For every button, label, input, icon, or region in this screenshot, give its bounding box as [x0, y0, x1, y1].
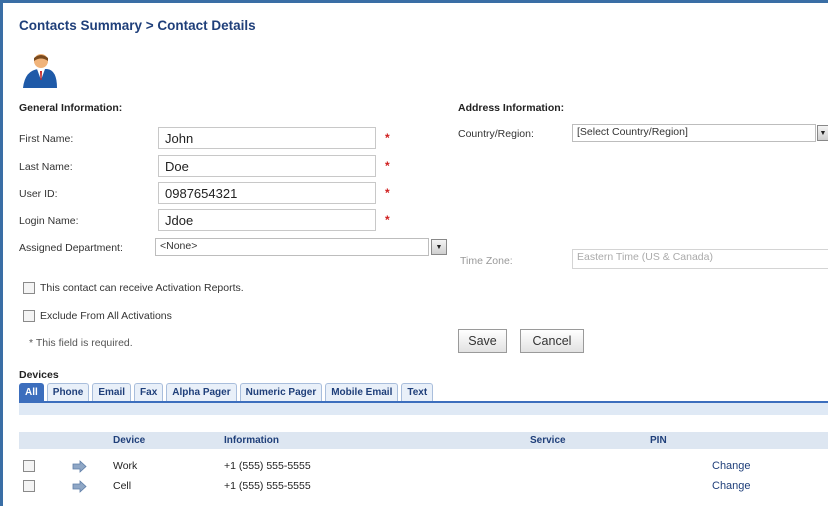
change-link[interactable]: Change — [712, 480, 751, 492]
activation-reports-checkbox[interactable] — [23, 282, 35, 294]
tab-text[interactable]: Text — [401, 383, 434, 401]
timezone-label: Time Zone: — [460, 255, 513, 267]
last-name-label: Last Name: — [19, 161, 73, 173]
last-name-input[interactable] — [158, 155, 376, 177]
row-checkbox[interactable] — [23, 460, 35, 472]
tab-mobile-email[interactable]: Mobile Email — [325, 383, 399, 401]
save-button[interactable]: Save — [458, 329, 507, 353]
user-id-input[interactable] — [158, 182, 376, 204]
exclude-activations-checkbox[interactable] — [23, 310, 35, 322]
activation-reports-label: This contact can receive Activation Repo… — [40, 282, 244, 294]
tab-alpha-pager[interactable]: Alpha Pager — [166, 383, 237, 401]
timezone-select[interactable]: Eastern Time (US & Canada) — [572, 249, 828, 269]
devices-table-header: Device Information Service PIN — [19, 432, 828, 449]
department-dropdown-button[interactable]: ▼ — [431, 239, 447, 255]
column-information[interactable]: Information — [224, 435, 279, 446]
required-field-note: * This field is required. — [29, 337, 133, 349]
user-id-required-mark: * — [385, 186, 390, 200]
login-name-label: Login Name: — [19, 215, 79, 227]
device-name: Work — [113, 460, 138, 472]
device-edit-icon[interactable] — [71, 460, 87, 473]
table-row[interactable]: Work +1 (555) 555-5555 Change — [19, 458, 828, 476]
general-info-heading: General Information: — [19, 102, 123, 114]
login-name-input[interactable] — [158, 209, 376, 231]
first-name-required-mark: * — [385, 131, 390, 145]
tab-strip — [19, 401, 828, 415]
column-device[interactable]: Device — [113, 435, 145, 446]
user-id-label: User ID: — [19, 188, 58, 200]
device-information: +1 (555) 555-5555 — [224, 460, 311, 472]
contact-avatar-icon — [23, 54, 57, 88]
exclude-activations-label: Exclude From All Activations — [40, 310, 172, 322]
first-name-label: First Name: — [19, 133, 74, 145]
device-tabs: All Phone Email Fax Alpha Pager Numeric … — [19, 383, 434, 401]
chevron-down-icon: ▼ — [435, 243, 443, 251]
tab-fax[interactable]: Fax — [134, 383, 164, 401]
tab-all[interactable]: All — [19, 383, 44, 401]
device-information: +1 (555) 555-5555 — [224, 480, 311, 492]
breadcrumb[interactable]: Contacts Summary > Contact Details — [19, 18, 256, 33]
device-edit-icon[interactable] — [71, 480, 87, 493]
table-row[interactable]: Cell +1 (555) 555-5555 Change — [19, 478, 828, 496]
chevron-down-icon: ▼ — [819, 129, 827, 137]
login-name-required-mark: * — [385, 213, 390, 227]
last-name-required-mark: * — [385, 159, 390, 173]
tab-phone[interactable]: Phone — [46, 383, 90, 401]
column-service[interactable]: Service — [530, 435, 566, 446]
department-label: Assigned Department: — [19, 242, 123, 254]
country-select[interactable]: [Select Country/Region] — [572, 124, 816, 142]
devices-heading: Devices — [19, 369, 59, 381]
change-link[interactable]: Change — [712, 460, 751, 472]
first-name-input[interactable] — [158, 127, 376, 149]
column-pin[interactable]: PIN — [650, 435, 667, 446]
row-checkbox[interactable] — [23, 480, 35, 492]
country-label: Country/Region: — [458, 128, 534, 140]
device-name: Cell — [113, 480, 132, 492]
country-dropdown-button[interactable]: ▼ — [817, 125, 828, 141]
address-info-heading: Address Information: — [458, 102, 565, 114]
tab-numeric-pager[interactable]: Numeric Pager — [239, 383, 323, 401]
cancel-button[interactable]: Cancel — [520, 329, 584, 353]
department-select[interactable]: <None> — [155, 238, 429, 256]
tab-email[interactable]: Email — [92, 383, 132, 401]
